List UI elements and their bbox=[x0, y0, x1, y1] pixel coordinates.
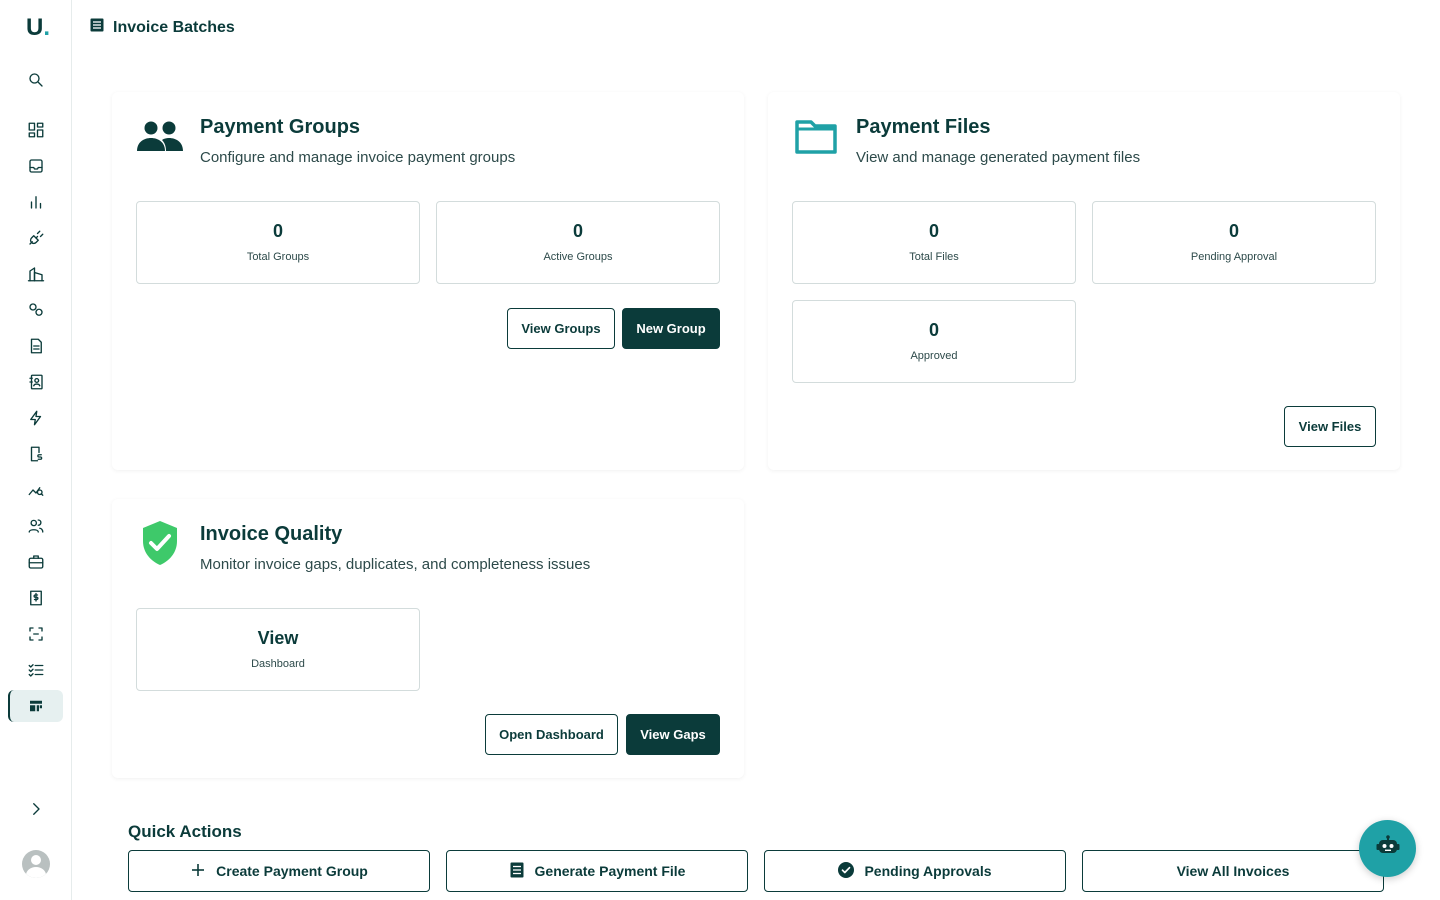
users-icon[interactable] bbox=[24, 514, 48, 538]
search-icon[interactable] bbox=[24, 68, 48, 92]
chevron-right-icon[interactable] bbox=[24, 797, 48, 821]
pending-approvals-button[interactable]: Pending Approvals bbox=[764, 850, 1066, 892]
lightning-icon[interactable] bbox=[24, 406, 48, 430]
payment-files-subtitle: View and manage generated payment files bbox=[856, 149, 1141, 166]
batch-list-icon bbox=[90, 18, 104, 37]
contacts-icon[interactable] bbox=[24, 370, 48, 394]
plug-icon[interactable] bbox=[24, 226, 48, 250]
view-gaps-button[interactable]: View Gaps bbox=[626, 714, 720, 755]
invoice-dollar-icon[interactable] bbox=[24, 442, 48, 466]
receipt-icon[interactable] bbox=[24, 586, 48, 610]
page-header: Invoice Batches bbox=[90, 18, 235, 37]
create-payment-group-button[interactable]: Create Payment Group bbox=[128, 850, 430, 892]
stat-pending-approval: 0 Pending Approval bbox=[1092, 201, 1376, 284]
payment-groups-card: Payment Groups Configure and manage invo… bbox=[112, 92, 744, 470]
file-list-icon bbox=[509, 862, 525, 881]
sidebar: U. bbox=[0, 0, 72, 900]
building-icon[interactable] bbox=[24, 262, 48, 286]
dashboard-icon[interactable] bbox=[24, 118, 48, 142]
people-icon bbox=[136, 120, 184, 157]
quick-actions-title: Quick Actions bbox=[128, 822, 242, 841]
check-circle-icon bbox=[838, 861, 855, 881]
payment-files-title: Payment Files bbox=[856, 116, 991, 138]
payment-files-card: Payment Files View and manage generated … bbox=[768, 92, 1400, 470]
stat-active-groups: 0 Active Groups bbox=[436, 201, 720, 284]
robot-icon bbox=[1376, 835, 1400, 862]
open-dashboard-button[interactable]: Open Dashboard bbox=[485, 714, 618, 755]
app-logo[interactable]: U. bbox=[26, 14, 50, 42]
view-groups-button[interactable]: View Groups bbox=[507, 308, 615, 349]
shield-check-icon bbox=[141, 520, 179, 571]
briefcase-icon[interactable] bbox=[24, 550, 48, 574]
assistant-bot-button[interactable] bbox=[1359, 820, 1416, 877]
bar-chart-icon[interactable] bbox=[24, 190, 48, 214]
payment-groups-title: Payment Groups bbox=[200, 116, 361, 138]
payment-groups-subtitle: Configure and manage invoice payment gro… bbox=[200, 149, 516, 166]
stat-approved: 0 Approved bbox=[792, 300, 1076, 383]
generate-payment-file-button[interactable]: Generate Payment File bbox=[446, 850, 748, 892]
scan-icon[interactable] bbox=[24, 622, 48, 646]
new-group-button[interactable]: New Group bbox=[622, 308, 720, 349]
inbox-icon[interactable] bbox=[24, 154, 48, 178]
quality-dashboard-tile[interactable]: View Dashboard bbox=[136, 608, 420, 691]
stat-total-files: 0 Total Files bbox=[792, 201, 1076, 284]
invoice-quality-title: Invoice Quality bbox=[200, 523, 343, 545]
folder-icon bbox=[795, 118, 837, 159]
view-all-invoices-button[interactable]: View All Invoices bbox=[1082, 850, 1384, 892]
invoice-quality-subtitle: Monitor invoice gaps, duplicates, and co… bbox=[200, 556, 591, 573]
view-files-button[interactable]: View Files bbox=[1284, 406, 1376, 447]
page-title: Invoice Batches bbox=[113, 18, 235, 36]
invoice-quality-card: Invoice Quality Monitor invoice gaps, du… bbox=[112, 499, 744, 778]
batches-icon[interactable] bbox=[24, 694, 48, 718]
plus-icon bbox=[190, 862, 206, 881]
analytics-icon[interactable] bbox=[24, 478, 48, 502]
locations-icon[interactable] bbox=[24, 298, 48, 322]
document-icon[interactable] bbox=[24, 334, 48, 358]
stat-total-groups: 0 Total Groups bbox=[136, 201, 420, 284]
avatar[interactable] bbox=[22, 850, 50, 878]
checklist-icon[interactable] bbox=[24, 658, 48, 682]
